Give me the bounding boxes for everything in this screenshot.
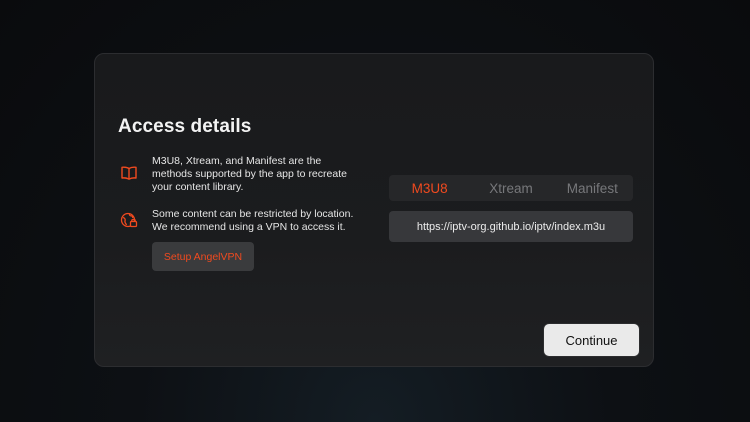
location-info-text: Some content can be restricted by locati… [152,208,354,233]
method-tabs: M3U8 Xtream Manifest [389,175,633,201]
globe-lock-icon [120,211,138,229]
dialog-title: Access details [118,116,252,137]
playlist-url-input[interactable]: https://iptv-org.github.io/iptv/index.m3… [389,211,633,242]
methods-info-text: M3U8, Xtream, and Manifest are the metho… [152,155,347,193]
location-info-row: Some content can be restricted by locati… [120,208,367,234]
tab-m3u8[interactable]: M3U8 [389,175,470,201]
tab-manifest[interactable]: Manifest [552,175,633,201]
methods-info-row: M3U8, Xtream, and Manifest are the metho… [120,155,367,194]
access-details-dialog: Access details M3U8, Xtream, and Manifes… [94,53,654,367]
book-icon [120,164,138,182]
setup-vpn-button[interactable]: Setup AngelVPN [152,242,254,271]
continue-button[interactable]: Continue [544,324,639,356]
tab-xtream[interactable]: Xtream [470,175,551,201]
